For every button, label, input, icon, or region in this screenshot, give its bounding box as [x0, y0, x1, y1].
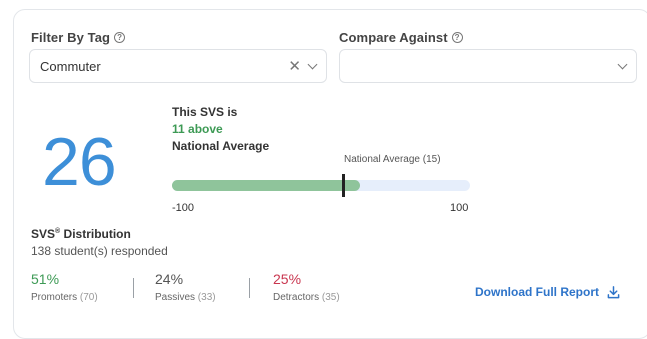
chevron-down-icon[interactable] [617, 59, 628, 69]
passives-label: Passives (33) [155, 292, 216, 303]
detractors-label-text: Detractors [273, 292, 320, 303]
filter-by-tag-text: Filter By Tag [31, 30, 111, 45]
detractors-label: Detractors (35) [273, 292, 340, 303]
download-icon [607, 285, 620, 298]
download-label: Download Full Report [475, 285, 599, 299]
detractors-percent: 25% [273, 271, 302, 287]
passives-label-text: Passives [155, 292, 196, 303]
svs-summary-line3: National Average [172, 139, 270, 153]
passives-percent: 24% [155, 271, 184, 287]
divider [249, 278, 250, 298]
divider [133, 278, 134, 298]
svs-summary-line2: 11 above [172, 122, 223, 136]
help-icon[interactable]: ? [451, 32, 463, 43]
download-full-report-button[interactable]: Download Full Report [475, 285, 620, 299]
national-average-marker [342, 174, 346, 197]
promoters-percent: 51% [31, 271, 60, 287]
bar-min-label: -100 [172, 202, 195, 214]
compare-against-label: Compare Against ? [339, 30, 463, 45]
promoters-label-text: Promoters [31, 292, 78, 303]
filter-by-tag-label: Filter By Tag ? [31, 30, 126, 45]
svs-range-bar [172, 180, 470, 191]
distribution-title: SVS® Distribution [31, 227, 131, 241]
promoters-count: (70) [79, 292, 98, 303]
detractors-metric: 25% Detractors (35) [273, 272, 340, 303]
promoters-label: Promoters (70) [31, 292, 98, 303]
distribution-title-main: SVS [31, 227, 56, 241]
responded-count: 138 student(s) responded [31, 244, 168, 258]
national-average-label: National Average (15) [344, 154, 441, 165]
bar-max-label: 100 [450, 202, 469, 214]
distribution-title-rest: Distribution [60, 227, 131, 241]
passives-count: (33) [197, 292, 216, 303]
tag-select[interactable]: Commuter ✕ [29, 49, 327, 83]
svs-card: Filter By Tag ? Commuter ✕ Compare Again… [13, 9, 647, 339]
compare-select[interactable] [339, 49, 637, 83]
clear-icon[interactable]: ✕ [288, 59, 301, 74]
help-icon[interactable]: ? [114, 32, 126, 43]
promoters-metric: 51% Promoters (70) [31, 272, 98, 303]
svs-summary-line1: This SVS is [172, 105, 238, 119]
compare-against-text: Compare Against [339, 30, 448, 45]
svs-score-fill [172, 180, 360, 191]
chevron-down-icon[interactable] [307, 59, 318, 69]
svs-score-value: 26 [42, 124, 117, 200]
detractors-count: (35) [321, 292, 340, 303]
passives-metric: 24% Passives (33) [155, 272, 216, 303]
tag-select-value: Commuter [40, 58, 101, 74]
